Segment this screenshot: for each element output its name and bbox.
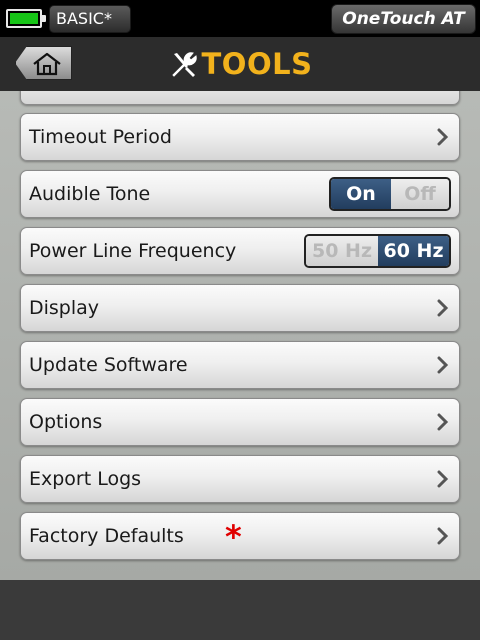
timeout-period-item[interactable]: Timeout Period — [20, 113, 460, 161]
status-bar: BASIC* OneTouch AT — [0, 0, 480, 37]
audible-tone-label: Audible Tone — [29, 183, 151, 205]
options-label: Options — [29, 411, 103, 433]
audible-tone-toggle[interactable]: On Off — [329, 177, 451, 211]
frequency-50hz-option[interactable]: 50 Hz — [306, 236, 378, 266]
chevron-right-icon — [437, 527, 449, 545]
audible-tone-off-option[interactable]: Off — [391, 179, 449, 209]
home-icon — [33, 52, 61, 76]
update-software-label: Update Software — [29, 354, 188, 376]
export-logs-item[interactable]: Export Logs — [20, 455, 460, 503]
options-item[interactable]: Options — [20, 398, 460, 446]
factory-defaults-label: Factory Defaults — [29, 525, 184, 547]
list-item-partial[interactable] — [20, 91, 460, 105]
update-software-item[interactable]: Update Software — [20, 341, 460, 389]
chevron-right-icon — [437, 356, 449, 374]
audible-tone-item: Audible Tone On Off — [20, 170, 460, 218]
display-item[interactable]: Display — [20, 284, 460, 332]
settings-list[interactable]: Timeout Period Audible Tone On Off Power… — [0, 91, 480, 580]
battery-full-icon — [6, 9, 46, 28]
power-line-frequency-label: Power Line Frequency — [29, 240, 237, 262]
chevron-right-icon — [437, 470, 449, 488]
factory-defaults-item[interactable]: Factory Defaults * — [20, 512, 460, 560]
power-line-frequency-item: Power Line Frequency 50 Hz 60 Hz — [20, 227, 460, 275]
power-line-frequency-toggle[interactable]: 50 Hz 60 Hz — [304, 234, 451, 268]
audible-tone-on-option[interactable]: On — [331, 179, 391, 209]
export-logs-label: Export Logs — [29, 468, 142, 490]
chevron-right-icon — [437, 128, 449, 146]
modified-marker: * — [225, 518, 242, 556]
home-button[interactable] — [15, 46, 72, 80]
timeout-period-label: Timeout Period — [29, 126, 172, 148]
tools-icon — [171, 52, 197, 77]
chevron-right-icon — [437, 299, 449, 317]
page-title: TOOLS — [201, 47, 313, 81]
display-label: Display — [29, 297, 100, 319]
chevron-right-icon — [437, 413, 449, 431]
title-group: TOOLS — [0, 37, 480, 91]
profile-button[interactable]: BASIC* — [49, 5, 131, 33]
device-name-button[interactable]: OneTouch AT — [331, 4, 476, 34]
header: TOOLS — [0, 37, 480, 91]
frequency-60hz-option[interactable]: 60 Hz — [378, 236, 449, 266]
